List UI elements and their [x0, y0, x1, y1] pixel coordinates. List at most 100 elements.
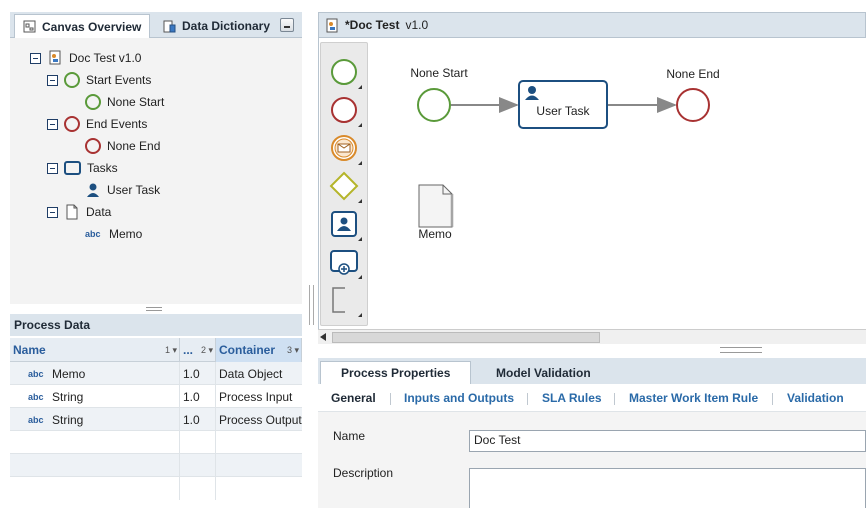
tree-node-data[interactable]: Data	[47, 203, 111, 221]
none-end-label: None End	[666, 67, 720, 81]
canvas-overview-icon	[23, 20, 36, 33]
empty-cell	[180, 477, 216, 500]
tree-node-user-task[interactable]: User Task	[85, 181, 160, 199]
process-icon	[49, 50, 61, 65]
cell-name: abc String	[10, 408, 180, 431]
tree-node-start-events[interactable]: Start Events	[47, 71, 151, 89]
panel-splitter-handle[interactable]	[720, 347, 762, 353]
palette-gateway[interactable]	[329, 171, 362, 203]
tab-model-validation[interactable]: Model Validation	[476, 361, 611, 384]
column-header-version[interactable]: ... 2 ▾	[180, 338, 216, 362]
collapse-toggle-icon[interactable]	[47, 118, 58, 130]
canvas-overview-tree: Doc Test v1.0 Start Events None Start En…	[10, 38, 302, 304]
collapse-toggle-icon[interactable]	[47, 74, 58, 86]
empty-cell	[10, 454, 180, 477]
text-annotation-icon	[332, 287, 345, 313]
column-container-label: Container	[219, 343, 276, 357]
column-header-name[interactable]: Name 1 ▾	[10, 338, 180, 362]
none-end-event[interactable]	[676, 88, 710, 122]
tree-node-none-end[interactable]: None End	[85, 137, 160, 155]
tab-process-properties[interactable]: Process Properties	[320, 361, 472, 384]
canvas-version: v1.0	[405, 18, 429, 32]
cell-name-text: String	[52, 412, 84, 427]
collapse-toggle-icon[interactable]	[47, 162, 58, 174]
subtab-master-work-item-rule[interactable]: Master Work Item Rule	[629, 391, 758, 405]
description-label: Description	[333, 466, 394, 480]
tab-data-dictionary[interactable]: Data Dictionary	[154, 14, 278, 38]
none-start-label: None Start	[410, 66, 468, 80]
cell-container: Process Output	[219, 412, 302, 427]
table-row[interactable]: abc String 1.0 Process Input	[10, 385, 302, 408]
cell-version: 1.0	[180, 385, 216, 408]
process-canvas[interactable]: None Start User Task None End Memo	[318, 38, 866, 344]
start-event-icon	[85, 94, 101, 110]
sort-indicator[interactable]: 2 ▾	[201, 345, 213, 356]
palette-user-task[interactable]	[329, 209, 362, 241]
name-field[interactable]: Doc Test	[469, 430, 866, 452]
user-task-icon	[331, 211, 357, 237]
palette-end-event[interactable]	[329, 95, 362, 127]
column-version-label: ...	[183, 343, 194, 357]
vertical-splitter-handle[interactable]	[309, 285, 314, 325]
subtab-validation[interactable]: Validation	[787, 391, 844, 405]
end-event-icon	[85, 138, 101, 154]
string-type-icon: abc	[28, 414, 44, 425]
canvas-title: *Doc Test	[345, 18, 400, 32]
palette-message-event[interactable]	[329, 133, 362, 165]
empty-cell	[10, 431, 180, 454]
tree-start-events-label: Start Events	[86, 73, 152, 87]
data-dictionary-icon	[163, 20, 176, 33]
table-row[interactable]: abc Memo 1.0 Data Object	[10, 362, 302, 385]
sort-indicator[interactable]: 1 ▾	[165, 345, 177, 356]
user-task-label: User Task	[536, 104, 590, 118]
palette-subprocess[interactable]	[329, 247, 362, 279]
start-event-icon	[64, 72, 80, 88]
tab-data-dictionary-label: Data Dictionary	[182, 19, 271, 33]
column-name-label: Name	[13, 343, 46, 357]
memo-data-object[interactable]	[418, 184, 454, 228]
palette-text-annotation[interactable]	[329, 285, 362, 317]
task-icon	[64, 161, 81, 175]
tree-memo-label: Memo	[109, 227, 143, 241]
properties-subtabs: General Inputs and Outputs SLA Rules Mas…	[318, 384, 866, 412]
memo-label: Memo	[418, 227, 452, 241]
user-icon	[87, 183, 99, 197]
panel-splitter-handle[interactable]	[146, 307, 162, 311]
subtab-inputs-and-outputs[interactable]: Inputs and Outputs	[404, 391, 514, 405]
tree-node-root[interactable]: Doc Test v1.0	[30, 49, 141, 67]
tree-node-none-start[interactable]: None Start	[85, 93, 164, 111]
cell-version: 1.0	[180, 362, 216, 385]
subtab-general[interactable]: General	[331, 391, 376, 405]
separator	[614, 393, 615, 405]
tree-node-end-events[interactable]: End Events	[47, 115, 147, 133]
tree-root-label: Doc Test v1.0	[69, 51, 142, 65]
none-start-event[interactable]	[417, 88, 451, 122]
subtab-sla-rules[interactable]: SLA Rules	[542, 391, 602, 405]
scroll-left-icon[interactable]	[320, 333, 326, 341]
start-event-icon	[331, 59, 357, 85]
table-row[interactable]: abc String 1.0 Process Output	[10, 408, 302, 431]
cell-name: abc Memo	[10, 362, 180, 385]
collapse-toggle-icon[interactable]	[47, 206, 58, 218]
column-header-container[interactable]: Container 3 ▾	[216, 338, 302, 362]
palette-start-event[interactable]	[329, 57, 362, 89]
tree-node-tasks[interactable]: Tasks	[47, 159, 118, 177]
cell-name-text: String	[52, 389, 84, 404]
properties-tab-bar: Process Properties Model Validation	[318, 358, 866, 384]
canvas-horizontal-scrollbar[interactable]	[318, 329, 866, 344]
sort-indicator[interactable]: 3 ▾	[287, 345, 299, 356]
string-type-icon: abc	[28, 368, 44, 379]
collapse-toggle-icon[interactable]	[30, 52, 41, 64]
diagram-svg	[417, 80, 710, 228]
description-field[interactable]	[469, 468, 866, 508]
tab-canvas-overview[interactable]: Canvas Overview	[14, 14, 151, 39]
process-icon	[326, 18, 338, 32]
empty-cell	[180, 431, 216, 454]
document-icon	[66, 204, 78, 220]
minimize-button[interactable]	[280, 18, 294, 32]
end-event-icon	[331, 97, 357, 123]
subprocess-icon	[330, 250, 358, 275]
empty-cell	[180, 454, 216, 477]
tree-node-memo[interactable]: abc Memo	[85, 225, 142, 243]
scrollbar-thumb[interactable]	[332, 332, 600, 343]
